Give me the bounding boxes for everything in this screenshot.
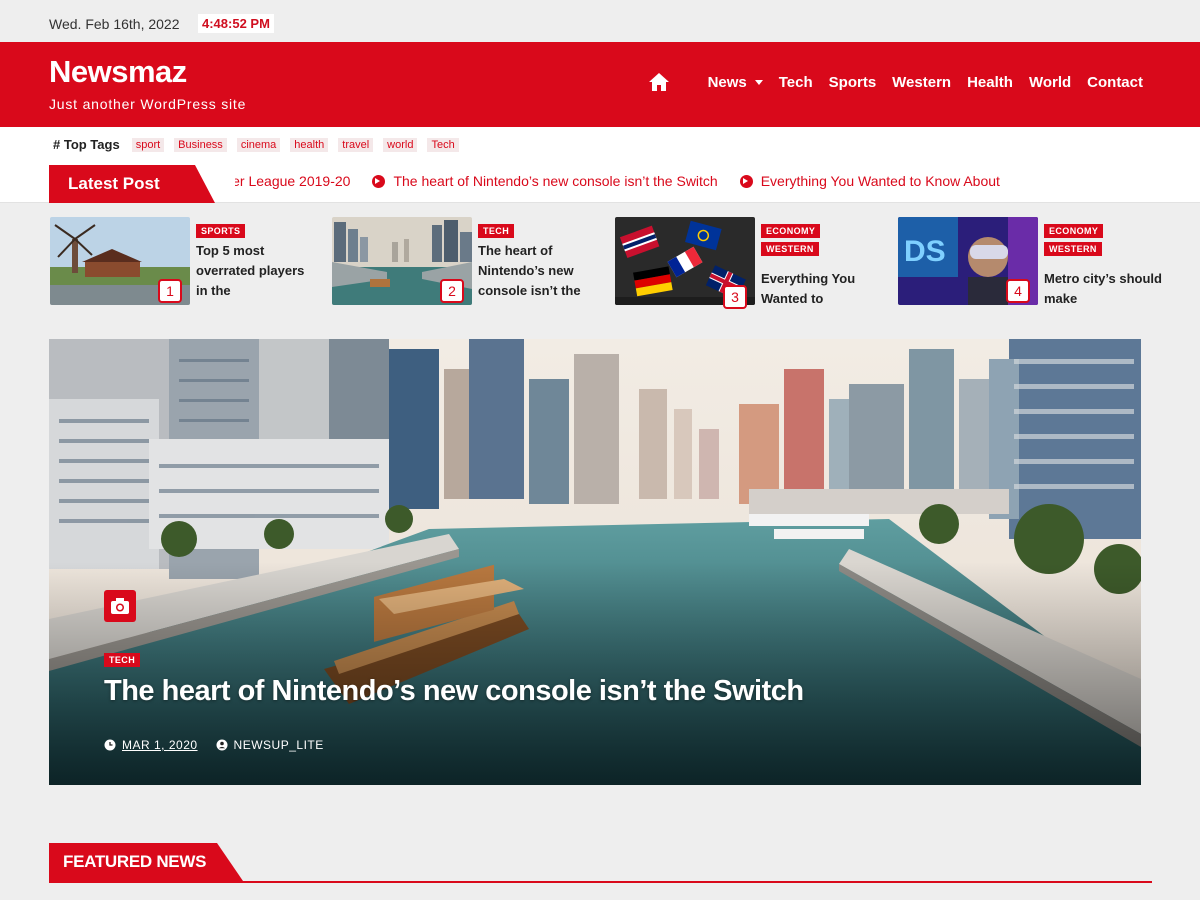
current-time: 4:48:52 PM — [198, 14, 274, 33]
top-bar: Wed. Feb 16th, 2022 4:48:52 PM — [0, 0, 1200, 42]
user-icon — [216, 739, 228, 751]
nav-label: News — [707, 73, 747, 91]
tag-world[interactable]: world — [383, 137, 418, 152]
post-title[interactable]: The heart of Nintendo’s new console isn’… — [478, 241, 598, 301]
nav-item-contact[interactable]: Contact — [1087, 74, 1143, 91]
play-circle-icon — [372, 174, 386, 188]
chevron-down-icon — [754, 79, 763, 85]
post-card[interactable]: 2 TECH The heart of Nintendo’s new conso… — [332, 217, 612, 317]
featured-hero-post[interactable]: TECH The heart of Nintendo’s new console… — [49, 339, 1141, 785]
tag-sport[interactable]: sport — [131, 137, 165, 152]
svg-text:DS: DS — [904, 235, 946, 268]
nav-item-tech[interactable]: Tech — [779, 74, 813, 91]
tag-cinema[interactable]: cinema — [236, 137, 281, 152]
ticker-text: Top 5 most overrated players in the Prem… — [235, 173, 351, 189]
nav-item-health[interactable]: Health — [967, 74, 1013, 91]
post-rank-badge: 3 — [723, 285, 747, 309]
site-tagline: Just another WordPress site — [49, 96, 247, 112]
post-card[interactable]: 3 ECONOMY WESTERN Everything You Wanted t… — [615, 217, 895, 317]
post-rank-badge: 4 — [1006, 279, 1030, 303]
featured-news-section: FEATURED NEWS — [49, 843, 1152, 883]
tag-travel[interactable]: travel — [338, 137, 374, 152]
ticker-text: Everything You Wanted to Know About — [760, 173, 1000, 189]
top-tags-label: # Top Tags — [53, 137, 120, 152]
latest-post-text: Latest Post — [68, 174, 160, 193]
post-title[interactable]: Metro city’s should make — [1044, 269, 1164, 309]
play-circle-icon — [739, 174, 753, 188]
ticker-item[interactable]: The heart of Nintendo’s new console isn’… — [372, 173, 718, 189]
hero-post-title[interactable]: The heart of Nintendo’s new console isn’… — [104, 675, 804, 708]
site-title[interactable]: Newsmaz — [49, 54, 187, 90]
post-title[interactable]: Top 5 most overrated players in the — [196, 241, 316, 301]
category-badge[interactable]: WESTERN — [1044, 242, 1102, 256]
post-title[interactable]: Everything You Wanted to — [761, 269, 881, 309]
nav-item-western[interactable]: Western — [892, 74, 951, 91]
nav-item-news[interactable]: News — [708, 74, 763, 91]
post-rank-badge: 2 — [440, 279, 464, 303]
tag-tech[interactable]: Tech — [427, 137, 459, 152]
post-rank-badge: 1 — [158, 279, 182, 303]
ticker-text: The heart of Nintendo’s new console isn’… — [393, 173, 718, 189]
post-author[interactable]: NEWSUP_LITE — [234, 738, 324, 752]
tags-ticker-bar: # Top Tags sport Business cinema health … — [0, 127, 1200, 203]
news-ticker: Top 5 most overrated players in the Prem… — [235, 173, 1153, 195]
clock-icon — [104, 739, 116, 751]
category-badge[interactable]: WESTERN — [761, 242, 819, 256]
post-date[interactable]: MAR 1, 2020 — [122, 738, 198, 752]
current-date: Wed. Feb 16th, 2022 — [49, 16, 180, 32]
nav-item-world[interactable]: World — [1029, 74, 1071, 91]
ticker-item[interactable]: Everything You Wanted to Know About — [739, 173, 1000, 189]
ticker-item[interactable]: Top 5 most overrated players in the Prem… — [235, 173, 350, 189]
category-badge[interactable]: ECONOMY — [1044, 224, 1104, 238]
post-meta: MAR 1, 2020 NEWSUP_LITE — [104, 738, 324, 752]
nav-item-sports[interactable]: Sports — [829, 74, 877, 91]
tag-business[interactable]: Business — [174, 137, 227, 152]
post-card[interactable]: DS 4 ECONOMY WESTERN Metro city’s should … — [898, 217, 1178, 317]
featured-news-heading: FEATURED NEWS — [63, 852, 207, 871]
home-icon[interactable] — [648, 71, 670, 93]
top-tags: # Top Tags sport Business cinema health … — [53, 137, 469, 152]
camera-icon[interactable] — [104, 590, 136, 622]
category-badge[interactable]: TECH — [478, 224, 515, 238]
latest-post-label: Latest Post — [49, 165, 215, 203]
hero-image[interactable] — [49, 339, 1141, 785]
post-card[interactable]: 1 SPORTS Top 5 most overrated players in… — [50, 217, 330, 317]
category-badge[interactable]: TECH — [104, 653, 141, 667]
category-badge[interactable]: ECONOMY — [761, 224, 821, 238]
tag-health[interactable]: health — [290, 137, 329, 152]
site-header: Newsmaz Just another WordPress site News… — [0, 42, 1200, 127]
main-nav: News Tech Sports Western Health World Co… — [648, 71, 1143, 93]
category-badge[interactable]: SPORTS — [196, 224, 246, 238]
